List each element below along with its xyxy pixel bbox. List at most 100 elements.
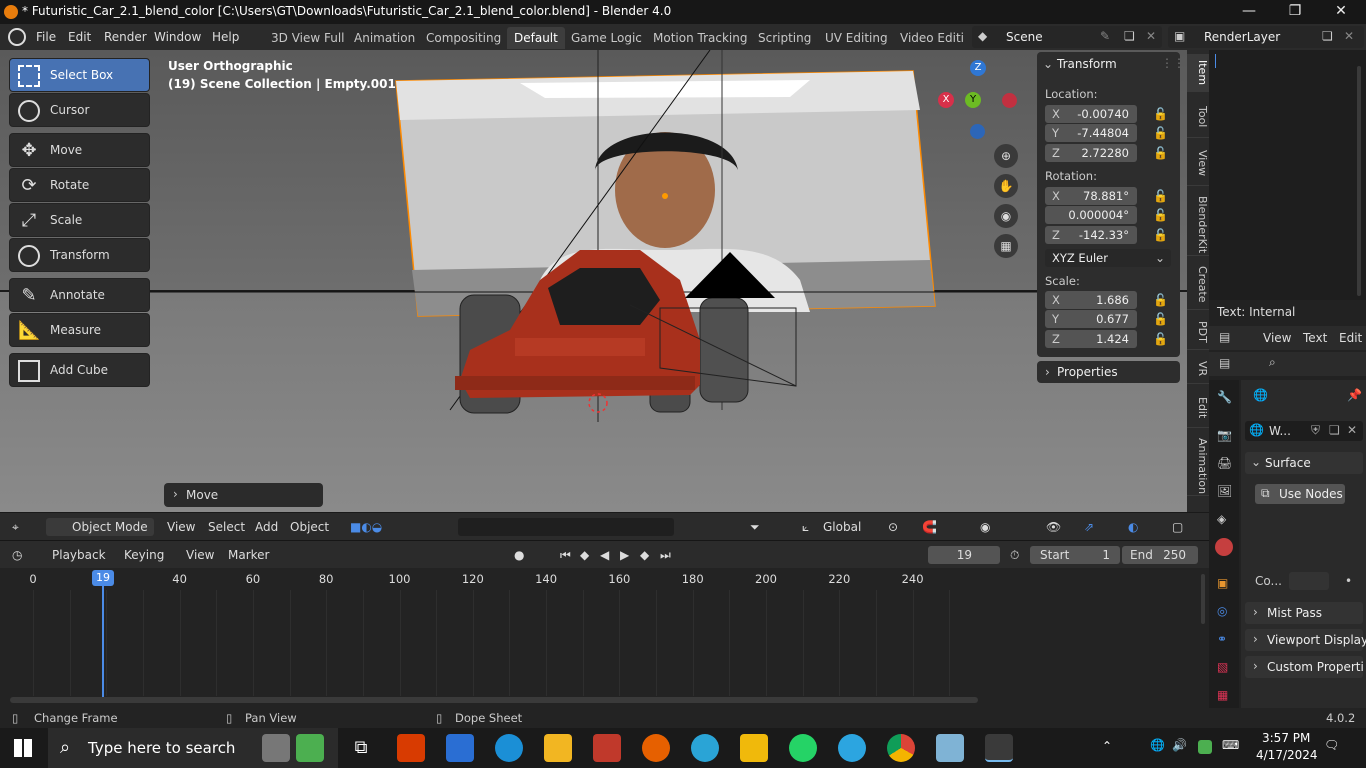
- location-z-field[interactable]: Z 2.72280: [1045, 144, 1137, 162]
- prev-keyframe-icon[interactable]: ◆: [580, 546, 589, 564]
- play-reverse-icon[interactable]: ◀: [600, 546, 609, 564]
- vpn-app-icon[interactable]: [593, 734, 621, 762]
- location-y-field[interactable]: Y -7.44804: [1045, 124, 1137, 142]
- sidebar-tab-vr[interactable]: VR: [1187, 354, 1209, 384]
- blender-app-icon[interactable]: [985, 734, 1013, 762]
- new-layer-icon[interactable]: ❏: [1322, 29, 1333, 43]
- tool-transform[interactable]: Transform: [9, 238, 150, 272]
- color-swatch[interactable]: [1289, 572, 1329, 590]
- close-button[interactable]: ✕: [1318, 0, 1364, 24]
- workspace-tab[interactable]: 3D View Full: [264, 27, 352, 49]
- custom-properties-panel[interactable]: › Custom Properti: [1245, 656, 1364, 678]
- new-scene-icon[interactable]: ❏: [1124, 29, 1135, 43]
- search-icon[interactable]: ⌕: [1269, 355, 1276, 370]
- notepad-app-icon[interactable]: [936, 734, 964, 762]
- navigation-gizmo[interactable]: Z Y X: [935, 58, 1025, 148]
- blender-menu-icon[interactable]: [8, 28, 26, 46]
- unlink-icon[interactable]: ✕: [1347, 423, 1357, 437]
- scale-x-field[interactable]: X 1.686: [1045, 291, 1137, 309]
- store-app-icon[interactable]: [446, 734, 474, 762]
- header-menu-object[interactable]: Object: [290, 518, 329, 536]
- sidebar-tab-item[interactable]: Item: [1187, 54, 1209, 92]
- lock-icon[interactable]: 🔓: [1153, 146, 1168, 160]
- workspace-tab[interactable]: Scripting: [751, 27, 818, 49]
- timeline-menu-view[interactable]: View: [186, 546, 214, 564]
- editor-type-icon[interactable]: ▤: [1219, 356, 1230, 370]
- windows-start-icon[interactable]: [14, 739, 32, 757]
- whatsapp-icon[interactable]: [789, 734, 817, 762]
- viewport-display-panel[interactable]: › Viewport Display: [1245, 629, 1366, 651]
- timeline-menu-playback[interactable]: Playback: [52, 546, 106, 564]
- gizmo-neg-x[interactable]: [1002, 93, 1017, 108]
- edge-browser-icon[interactable]: [495, 734, 523, 762]
- tool-add-cube[interactable]: Add Cube: [9, 353, 150, 387]
- constraints-icon[interactable]: ⚭: [1217, 632, 1227, 646]
- tool-scale[interactable]: ⤢ Scale: [9, 203, 150, 237]
- keyboard-icon[interactable]: ⌨: [1222, 738, 1239, 752]
- minimize-button[interactable]: —: [1226, 0, 1272, 24]
- gizmo-x-axis[interactable]: X: [938, 92, 954, 108]
- timeline-area[interactable]: 020406080100120140160180200220240 19: [0, 568, 1209, 708]
- lock-icon[interactable]: 🔓: [1153, 293, 1168, 307]
- play-icon[interactable]: ▶: [620, 546, 629, 564]
- surface-panel-header[interactable]: ⌄ Surface: [1245, 452, 1363, 474]
- record-icon[interactable]: ●: [514, 546, 524, 564]
- text-menu-view[interactable]: View: [1263, 331, 1291, 345]
- scene-selector[interactable]: ◆ Scene ✎ ❏ ✕: [972, 26, 1162, 48]
- remove-layer-icon[interactable]: ✕: [1344, 29, 1354, 43]
- network-app-icon[interactable]: [691, 734, 719, 762]
- perspective-toggle-icon[interactable]: ▦: [994, 234, 1018, 258]
- properties-subpanel[interactable]: › Properties: [1037, 361, 1180, 383]
- gizmo-y-axis[interactable]: Y: [965, 92, 981, 108]
- rotation-y-field[interactable]: 0.000004°: [1045, 206, 1137, 224]
- use-nodes-button[interactable]: ⧉ Use Nodes: [1255, 484, 1345, 504]
- keyframe-dot-icon[interactable]: •: [1345, 574, 1352, 588]
- chevron-down-icon[interactable]: ⌄: [1043, 57, 1053, 71]
- mode-selector[interactable]: Object Mode: [46, 518, 154, 536]
- scale-z-field[interactable]: Z 1.424: [1045, 330, 1137, 348]
- header-menu-view[interactable]: View: [167, 518, 195, 536]
- editor-type-icon[interactable]: ▤: [1219, 330, 1230, 344]
- menu-edit[interactable]: Edit: [62, 27, 97, 47]
- jump-end-icon[interactable]: ⏭: [660, 546, 671, 564]
- sidebar-tab-blenderkit[interactable]: BlenderKit: [1187, 190, 1209, 256]
- camera-view-icon[interactable]: ◉: [994, 204, 1018, 228]
- lock-icon[interactable]: 🔓: [1153, 312, 1168, 326]
- pan-hand-icon[interactable]: ✋: [994, 174, 1018, 198]
- workspace-tab-active[interactable]: Default: [507, 27, 565, 49]
- notifications-icon[interactable]: 🗨: [1324, 738, 1339, 752]
- menu-window[interactable]: Window: [148, 27, 207, 47]
- lock-icon[interactable]: 🔓: [1153, 332, 1168, 346]
- next-keyframe-icon[interactable]: ◆: [640, 546, 649, 564]
- menu-file[interactable]: File: [30, 27, 62, 47]
- tray-chevron-up-icon[interactable]: ⌃: [1102, 739, 1112, 753]
- text-menu-text[interactable]: Text: [1303, 331, 1327, 345]
- world-selector[interactable]: 🌐 W... ⛨ ❏ ✕: [1245, 421, 1363, 441]
- gizmo-toggle-icon[interactable]: ⇗: [1084, 518, 1094, 536]
- pin-icon[interactable]: ✎: [1100, 29, 1110, 43]
- data-icon[interactable]: ▦: [1217, 688, 1228, 702]
- security-icon[interactable]: [1198, 740, 1212, 754]
- scene-properties-icon[interactable]: ◈: [1217, 512, 1226, 526]
- orientation-selector[interactable]: Global: [823, 518, 861, 536]
- lock-icon[interactable]: 🔓: [1153, 189, 1168, 203]
- file-explorer-icon[interactable]: [544, 734, 572, 762]
- network-icon[interactable]: 🌐: [1150, 738, 1165, 752]
- pin-icon[interactable]: 📌: [1347, 388, 1362, 402]
- text-menu-edit[interactable]: Edit: [1339, 331, 1362, 345]
- view-layer-icon[interactable]: 🖼: [1217, 484, 1232, 498]
- taskbar-time[interactable]: 3:57 PM: [1262, 731, 1310, 745]
- workspace-tab[interactable]: Compositing: [419, 27, 508, 49]
- sidebar-tab-pdt[interactable]: PDT: [1187, 314, 1209, 350]
- current-frame-field[interactable]: 19: [928, 546, 1000, 564]
- render-properties-icon[interactable]: 📷: [1217, 428, 1232, 442]
- tool-rotate[interactable]: ⟳ Rotate: [9, 168, 150, 202]
- workspace-tab[interactable]: Video Editir: [893, 27, 963, 49]
- lock-icon[interactable]: 🔓: [1153, 126, 1168, 140]
- maps-app-icon[interactable]: [296, 734, 324, 762]
- remove-scene-icon[interactable]: ✕: [1146, 29, 1156, 43]
- texture-icon[interactable]: ▧: [1217, 660, 1228, 674]
- filter-icon[interactable]: ⏷: [750, 518, 760, 536]
- workspace-tab[interactable]: UV Editing: [818, 27, 895, 49]
- render-layer-selector[interactable]: ▣ RenderLayer ❏ ✕: [1168, 26, 1364, 48]
